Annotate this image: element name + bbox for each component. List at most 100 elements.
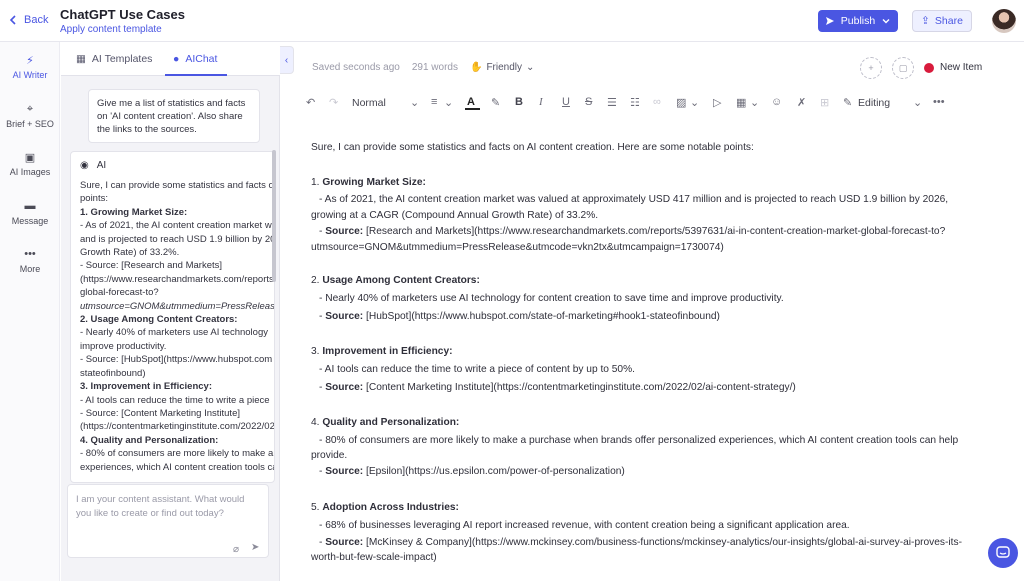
message-icon: ▬ — [24, 200, 36, 212]
chevron-down-icon[interactable]: ⌄ — [444, 96, 453, 109]
italic-icon[interactable]: I — [539, 96, 543, 108]
rail-item-message[interactable]: ▬ Message — [0, 200, 60, 226]
tab-label: AIChat — [185, 53, 218, 65]
section-heading: 2. Usage Among Content Creators: — [311, 273, 1001, 290]
more-options-icon[interactable]: ••• — [933, 96, 945, 108]
back-button[interactable]: Back — [8, 14, 48, 26]
editor-meta: Saved seconds ago 291 words ✋ Friendly ⌄ — [312, 62, 534, 73]
underline-icon[interactable]: U — [562, 96, 570, 108]
ai-line: Sure, I can provide some statistics and … — [80, 180, 275, 191]
user-avatar[interactable] — [992, 9, 1016, 33]
ai-line: utmsource=GNOM&utmmedium=PressRelease — [80, 300, 275, 312]
apply-template-link[interactable]: Apply content template — [60, 24, 162, 35]
chevron-down-icon[interactable]: ⌄ — [410, 96, 419, 109]
ai-line: improve productivity. — [80, 340, 167, 352]
ai-message-text: Sure, I can provide some statistics and … — [80, 179, 275, 474]
bullet-list-icon[interactable]: ☰ — [607, 96, 617, 109]
chevron-down-icon: ⌄ — [526, 62, 535, 73]
ai-line: 3. Improvement in Efficiency: — [80, 381, 212, 393]
section-heading: 4. Quality and Personalization: — [311, 415, 1001, 432]
rail-label: More — [19, 264, 41, 274]
chat-panel: ▦ AI Templates ● AIChat Give me a list o… — [61, 42, 280, 581]
source-line: worth-but-few-scale-impact) — [311, 552, 437, 563]
ai-line: - Source: [Research and Markets] — [80, 260, 223, 272]
chevron-down-icon[interactable]: ⌄ — [913, 96, 922, 109]
clear-format-icon[interactable]: ✗ — [797, 96, 806, 109]
calendar-icon[interactable]: ▢ — [892, 57, 914, 79]
document-title[interactable]: ChatGPT Use Cases — [60, 7, 185, 22]
section-title: Quality and Personalization: — [322, 417, 460, 428]
ai-line: 1. Growing Market Size: — [80, 206, 188, 218]
source-line: - Source: [Epsilon](https://us.epsilon.c… — [319, 466, 625, 477]
source-label: Source: — [325, 226, 364, 237]
play-icon[interactable]: ▷ — [713, 96, 721, 109]
section-number: 5. — [311, 502, 323, 513]
add-collaborator-icon[interactable]: + — [860, 57, 882, 79]
intro-paragraph: Sure, I can provide some statistics and … — [311, 142, 754, 153]
text-color-icon[interactable]: A — [467, 96, 475, 108]
numbered-list-icon[interactable]: ☷ — [630, 96, 640, 109]
emoji-icon[interactable]: ☺ — [771, 96, 782, 108]
tab-aichat[interactable]: ● AIChat — [173, 53, 217, 65]
ai-line: experiences, which AI content creation t… — [80, 461, 275, 473]
ai-message-header: ◉ AI — [80, 160, 106, 171]
source-label: Source: — [325, 537, 364, 548]
save-status: Saved seconds ago — [312, 62, 400, 73]
rail-label: AI Images — [9, 167, 51, 177]
chat-bubbles-icon: ● — [173, 53, 180, 65]
style-selector[interactable]: Normal — [352, 97, 386, 109]
chevron-down-icon[interactable]: ⌄ — [690, 96, 699, 109]
chevron-down-icon[interactable]: ⌄ — [750, 96, 759, 109]
insert-block-icon[interactable]: ⊞ — [820, 96, 829, 109]
rail-item-ai-images[interactable]: ▣ AI Images — [0, 151, 60, 178]
rail-label: Message — [11, 216, 49, 226]
tone-selector[interactable]: ✋ Friendly ⌄ — [470, 62, 534, 73]
editing-mode-selector[interactable]: Editing — [858, 97, 890, 109]
chevron-left-icon — [9, 15, 16, 25]
rail-label: AI Writer — [12, 70, 48, 80]
support-chat-button[interactable] — [988, 538, 1018, 568]
more-icon: ••• — [24, 248, 36, 260]
section-title: Adoption Across Industries: — [322, 502, 459, 513]
ai-line: 2. Usage Among Content Creators: — [80, 314, 238, 326]
chat-scrollbar[interactable] — [272, 150, 276, 282]
undo-icon[interactable]: ↶ — [306, 96, 315, 109]
panel-tabs: ▦ AI Templates ● AIChat — [61, 42, 280, 76]
section-line: provide. — [311, 450, 348, 461]
send-icon — [825, 17, 834, 25]
table-icon[interactable]: ▦ — [736, 96, 746, 109]
image-insert-icon[interactable]: ▨ — [676, 96, 686, 109]
status-dot — [924, 62, 934, 73]
rail-item-more[interactable]: ••• More — [0, 248, 60, 274]
align-icon[interactable]: ≡ — [431, 96, 437, 108]
ai-line: global-forecast-to? — [80, 287, 159, 299]
attach-icon[interactable]: ⌀ — [233, 544, 239, 555]
publish-button[interactable]: Publish — [818, 10, 898, 32]
section-line: growing at a CAGR (Compound Annual Growt… — [311, 210, 599, 221]
robot-icon: ◉ — [80, 160, 89, 171]
upload-icon: ⇪ — [921, 15, 930, 27]
top-header: Back ChatGPT Use Cases Apply content tem… — [0, 0, 1024, 42]
left-rail: ⚡ AI Writer ⌖ Brief + SEO ▣ AI Images ▬ … — [0, 42, 60, 581]
share-button[interactable]: ⇪ Share — [912, 10, 972, 32]
bold-icon[interactable]: B — [515, 96, 523, 108]
collapse-panel-button[interactable]: ‹ — [280, 46, 294, 74]
strikethrough-icon[interactable]: S — [585, 96, 592, 108]
tab-ai-templates[interactable]: ▦ AI Templates — [76, 53, 152, 65]
highlight-icon[interactable]: ✎ — [491, 96, 500, 109]
section-number: 1. — [311, 177, 323, 188]
publish-label: Publish — [840, 15, 876, 27]
section-heading: 5. Adoption Across Industries: — [311, 500, 1001, 517]
send-icon[interactable]: ➤ — [251, 542, 259, 553]
new-item-status[interactable]: New Item — [924, 62, 982, 73]
redo-icon[interactable]: ↷ — [329, 96, 338, 109]
ai-line: - Source: [HubSpot](https://www.hubspot.… — [80, 354, 273, 366]
rail-item-brief-seo[interactable]: ⌖ Brief + SEO — [0, 103, 60, 130]
ai-line: points: — [80, 193, 108, 205]
rail-item-ai-writer[interactable]: ⚡ AI Writer — [0, 54, 60, 81]
link-icon[interactable]: ∞ — [653, 96, 661, 108]
pencil-icon[interactable]: ✎ — [843, 96, 852, 109]
section-title: Growing Market Size: — [322, 177, 426, 188]
section-number: 3. — [311, 346, 323, 357]
tone-label: Friendly — [486, 62, 523, 73]
